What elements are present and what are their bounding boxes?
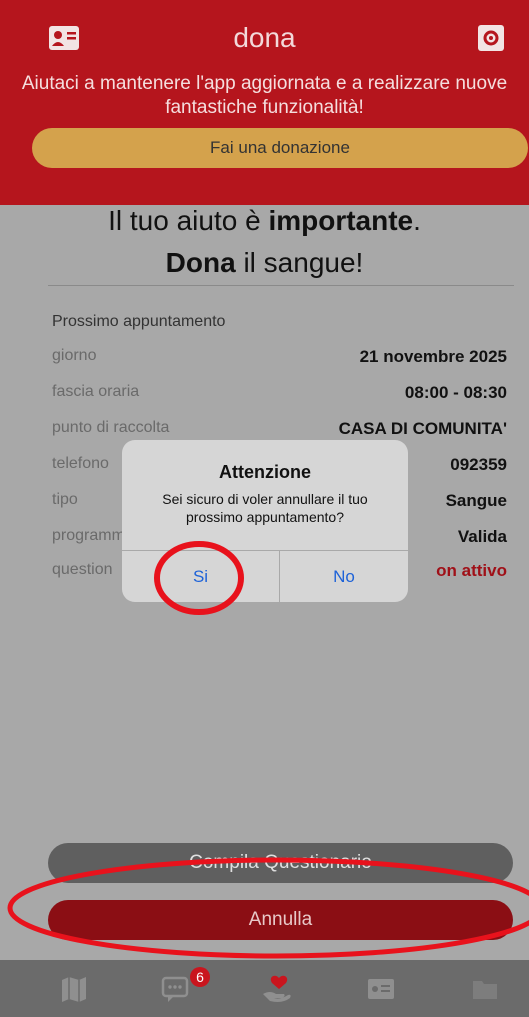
annotation-circle-yes [154,541,244,615]
annotation-ellipse-cancel [7,857,529,959]
annotation-layer [7,541,529,959]
screen: dona Aiutaci a mantenere l'app aggiornat… [0,0,529,1017]
